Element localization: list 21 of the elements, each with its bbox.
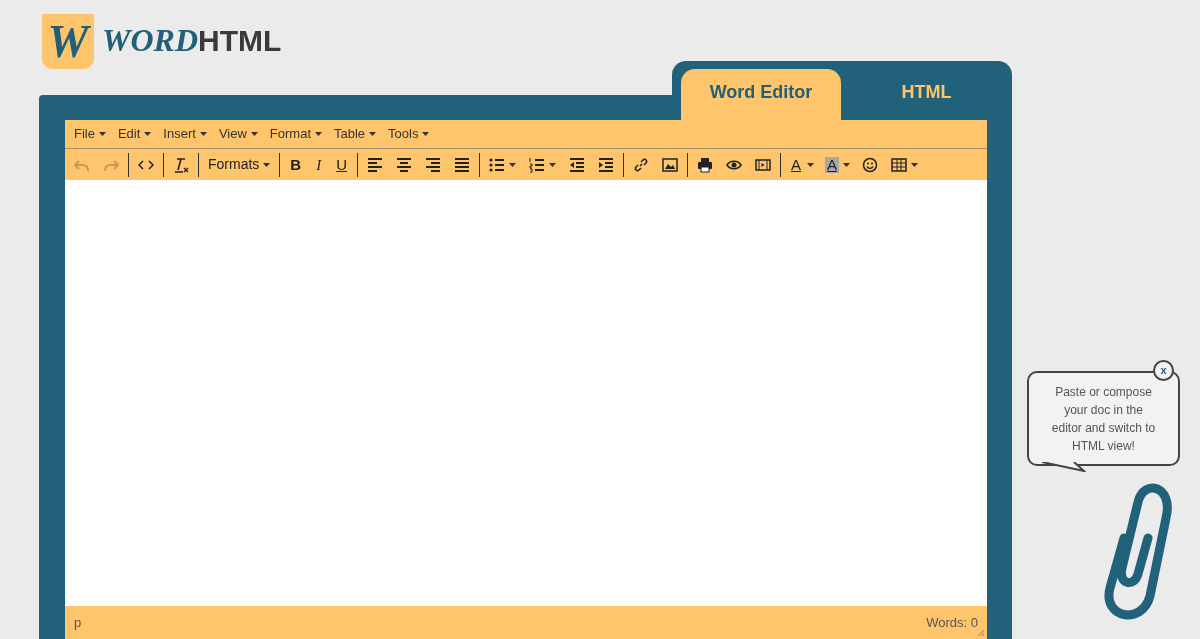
menu-item[interactable]: Insert	[157, 122, 213, 146]
menu-item[interactable]: Edit	[111, 122, 158, 146]
menu-item[interactable]: Tools	[382, 122, 436, 146]
highlight-button[interactable]: A	[820, 151, 856, 178]
formats-dropdown[interactable]: Formats	[202, 151, 277, 178]
logo-badge: W	[42, 14, 94, 69]
menu-item[interactable]: Format	[263, 122, 328, 146]
bold-button[interactable]: B	[283, 151, 309, 178]
element-path: p	[74, 613, 82, 632]
tip-text: Paste or compose your doc in the editor and switch to HTML view!	[1050, 383, 1157, 455]
menu-item[interactable]: File	[68, 122, 112, 146]
logo-word: WORD	[102, 24, 198, 56]
menu-item[interactable]: Table	[328, 122, 383, 146]
menu-item[interactable]: View	[212, 122, 264, 146]
logo-html: HTML	[198, 26, 282, 56]
tab[interactable]: Word Editor	[681, 69, 841, 120]
word-count: Words: 0	[926, 613, 978, 632]
text-color-button[interactable]: A	[784, 151, 820, 178]
underline-button[interactable]: U	[329, 151, 355, 178]
tab[interactable]: HTML	[841, 69, 1012, 120]
italic-button[interactable]: I	[309, 151, 329, 178]
